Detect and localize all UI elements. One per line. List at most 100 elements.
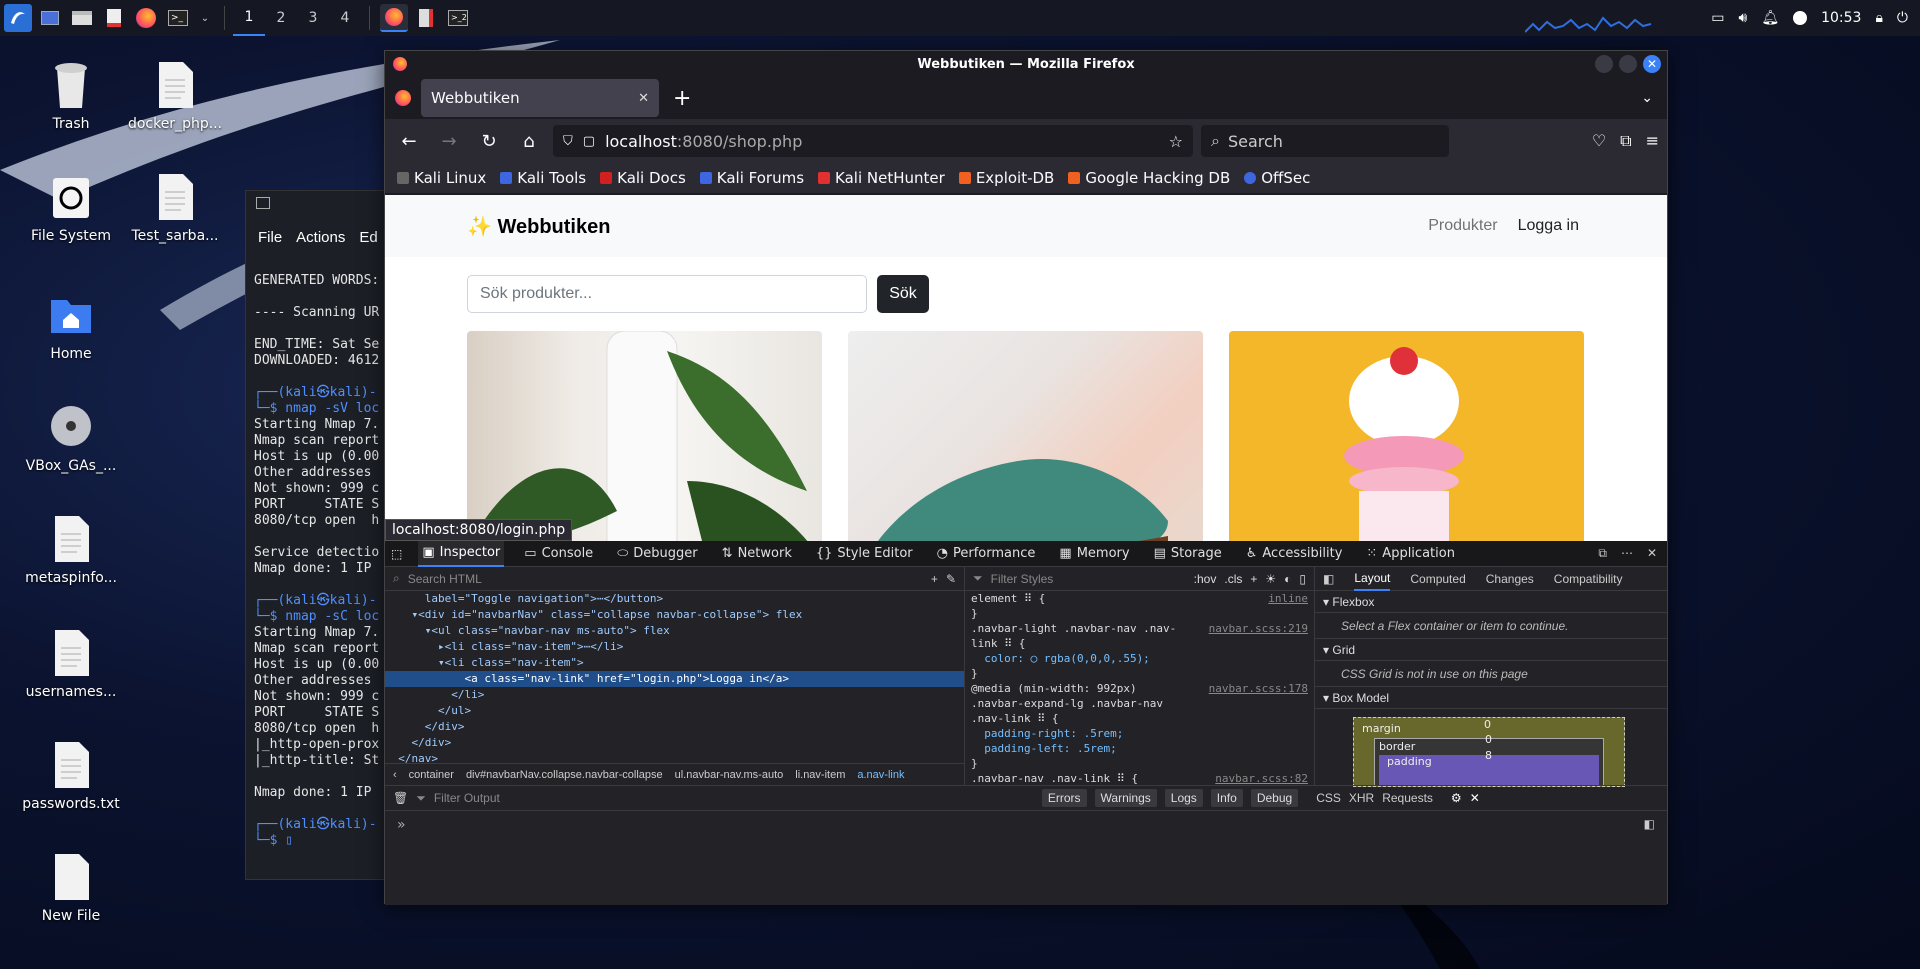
terminal-window-icon[interactable]: >_2: [444, 4, 472, 32]
minimize-button[interactable]: [1595, 55, 1613, 73]
terminal-menu-actions[interactable]: Actions: [296, 229, 345, 246]
page-info-icon[interactable]: ▢: [583, 134, 595, 149]
home-button[interactable]: ⌂: [513, 125, 545, 157]
workspace-2[interactable]: 2: [265, 0, 297, 36]
css-rule-line[interactable]: .navbar-nav .nav-link ⠿ {navbar.scss:82: [965, 771, 1314, 786]
filter-requests[interactable]: Requests: [1382, 791, 1433, 805]
css-rules[interactable]: element ⠿ {inline} .navbar-light .navbar-…: [965, 591, 1314, 786]
devtools-tab-style-editor[interactable]: {} Style Editor: [812, 541, 917, 567]
filter-styles-input[interactable]: Filter Styles: [991, 572, 1054, 586]
pocket-icon[interactable]: ♡: [1592, 131, 1606, 151]
workspace-4[interactable]: 4: [329, 0, 361, 36]
bookmark-google-hacking-db[interactable]: Google Hacking DB: [1068, 169, 1230, 187]
desktop-icon-vbox[interactable]: VBox_GAs_...: [16, 402, 126, 474]
filter-errors[interactable]: Errors: [1041, 789, 1087, 807]
devtools-tab-network[interactable]: ⇅ Network: [718, 541, 796, 567]
html-node-line[interactable]: </li>: [385, 687, 964, 703]
css-rule-line[interactable]: .nav-link ⠿ {: [965, 711, 1314, 726]
pick-element-icon[interactable]: ⬚: [391, 547, 402, 561]
firefox-launcher-icon[interactable]: [132, 4, 160, 32]
text-editor-icon[interactable]: [100, 4, 128, 32]
product-search-button[interactable]: Sök: [877, 275, 929, 313]
close-devtools-icon[interactable]: ✕: [1647, 546, 1657, 561]
devtools-tab-storage[interactable]: ▤ Storage: [1150, 541, 1226, 567]
firefox-view-icon[interactable]: [395, 90, 411, 106]
css-rule-line[interactable]: }: [965, 756, 1314, 771]
desktop-icon-test-sarba[interactable]: Test_sarba...: [120, 172, 230, 244]
dark-mode-icon[interactable]: ◐: [1284, 572, 1291, 586]
breadcrumb-item[interactable]: div#navbarNav.collapse.navbar-collapse: [466, 769, 663, 781]
tab-webbutiken[interactable]: Webbutiken ✕: [421, 79, 659, 117]
trash-icon[interactable]: 🗑︎: [393, 791, 408, 805]
html-node-line[interactable]: </div>: [385, 719, 964, 735]
hamburger-menu-icon[interactable]: ≡: [1646, 131, 1659, 151]
power-icon[interactable]: ⏻: [1897, 10, 1908, 26]
devtools-tab-accessibility[interactable]: ♿︎ Accessibility: [1242, 541, 1347, 567]
extensions-icon[interactable]: ⧉: [1620, 131, 1631, 151]
nav-link-logga-in[interactable]: Logga in: [1518, 217, 1579, 235]
filter-info[interactable]: Info: [1210, 789, 1243, 807]
box-border-value[interactable]: 0: [1485, 733, 1492, 746]
show-desktop-icon[interactable]: [36, 4, 64, 32]
close-tab-icon[interactable]: ✕: [638, 91, 649, 106]
list-tabs-chevron-icon[interactable]: ⌄: [1641, 90, 1653, 106]
bookmark-kali-forums[interactable]: Kali Forums: [699, 169, 804, 187]
add-node-icon[interactable]: +: [931, 572, 938, 586]
desktop-icon-usernames[interactable]: usernames...: [16, 628, 126, 700]
print-media-icon[interactable]: ▯: [1299, 572, 1306, 586]
css-rule-line[interactable]: link ⠿ {: [965, 636, 1314, 651]
box-model-diagram[interactable]: margin 0 border 0 padding 8: [1353, 717, 1625, 787]
css-source-link[interactable]: navbar.scss:178: [1209, 681, 1314, 696]
filter-debug[interactable]: Debug: [1250, 789, 1299, 807]
layout-tab-changes[interactable]: Changes: [1486, 572, 1534, 586]
firefox-titlebar[interactable]: Webbutiken — Mozilla Firefox ✕: [385, 51, 1667, 77]
css-rule-line[interactable]: @media (min-width: 992px) navbar.scss:178: [965, 681, 1314, 696]
html-node-line[interactable]: </div>: [385, 735, 964, 751]
back-button[interactable]: ←: [393, 125, 425, 157]
nav-link-produkter[interactable]: Produkter: [1428, 217, 1497, 235]
more-options-icon[interactable]: ⋯: [1621, 546, 1633, 561]
workspace-3[interactable]: 3: [297, 0, 329, 36]
hov-toggle[interactable]: :hov: [1194, 572, 1217, 586]
css-rule-line[interactable]: color: ◯ rgba(0,0,0,.55);: [965, 651, 1314, 666]
desktop-icon-metaspinfo[interactable]: metaspinfo...: [16, 514, 126, 586]
filter-xhr[interactable]: XHR: [1349, 791, 1374, 805]
terminal-window[interactable]: File Actions Ed GENERATED WORDS: ---- Sc…: [245, 190, 385, 880]
breadcrumb-item[interactable]: container: [409, 769, 454, 781]
desktop-icon-new-file[interactable]: New File: [16, 852, 126, 924]
css-source-link[interactable]: navbar.scss:219: [1209, 621, 1314, 636]
bookmark-kali-tools[interactable]: Kali Tools: [500, 169, 586, 187]
css-rule-line[interactable]: .navbar-light .navbar-nav .nav-navbar.sc…: [965, 621, 1314, 636]
editor-mode-icon[interactable]: ◧: [1644, 817, 1655, 831]
devtools-tab-debugger[interactable]: ⬭ Debugger: [613, 541, 701, 567]
bookmark-kali-nethunter[interactable]: Kali NetHunter: [818, 169, 945, 187]
devtools-tab-inspector[interactable]: ▣ Inspector: [418, 540, 505, 567]
breadcrumb-item[interactable]: a.nav-link: [857, 769, 904, 781]
breadcrumb-item[interactable]: ul.navbar-nav.ms-auto: [675, 769, 784, 781]
chevron-down-icon[interactable]: ⌄: [196, 4, 214, 32]
html-node-line[interactable]: <a class="nav-link" href="login.php">Log…: [385, 671, 964, 687]
file-manager-icon[interactable]: [68, 4, 96, 32]
bookmark-star-icon[interactable]: ☆: [1169, 132, 1183, 151]
pdf-window-icon[interactable]: [412, 4, 440, 32]
box-padding-value[interactable]: 8: [1485, 749, 1492, 762]
devtools-tab-memory[interactable]: ▦ Memory: [1055, 541, 1133, 567]
console-input[interactable]: » ◧: [385, 811, 1667, 905]
product-search-input[interactable]: Sök produkter...: [467, 275, 867, 313]
firefox-window-icon[interactable]: [380, 4, 408, 32]
light-mode-icon[interactable]: ☀: [1265, 572, 1276, 586]
html-node-line[interactable]: </ul>: [385, 703, 964, 719]
box-margin-value[interactable]: 0: [1484, 718, 1491, 731]
product-card-image[interactable]: [467, 331, 822, 541]
console-settings-icon[interactable]: ⚙: [1451, 791, 1462, 805]
add-rule-icon[interactable]: +: [1250, 572, 1257, 586]
bookmark-offsec[interactable]: OffSec: [1244, 169, 1310, 187]
bookmark-kali-linux[interactable]: Kali Linux: [397, 169, 486, 187]
search-bar[interactable]: ⌕ Search: [1201, 125, 1449, 157]
breadcrumb-back-icon[interactable]: ‹: [393, 769, 397, 781]
lock-icon[interactable]: 🔒︎: [1875, 10, 1882, 26]
devtools-tab-performance[interactable]: ◔ Performance: [933, 541, 1040, 567]
html-tree[interactable]: label="Toggle navigation">⋯</button> ▾<d…: [385, 591, 964, 767]
sidebar-toggle-icon[interactable]: ◧: [1323, 572, 1334, 586]
terminal-output[interactable]: GENERATED WORDS: ---- Scanning UR END_TI…: [246, 273, 384, 849]
